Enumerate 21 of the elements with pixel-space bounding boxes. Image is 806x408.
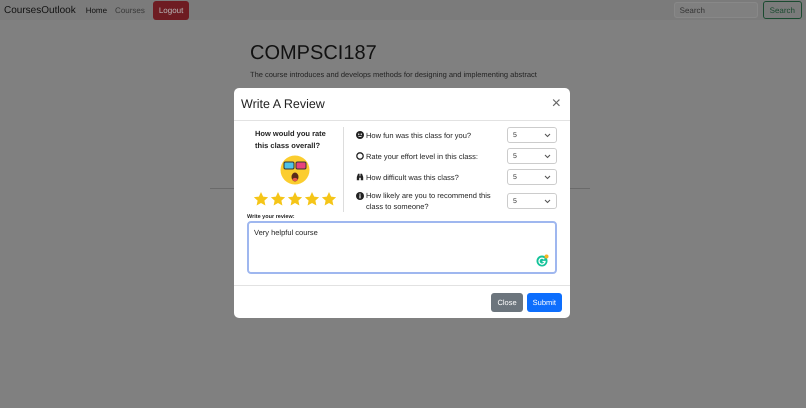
binoculars-icon <box>356 173 364 181</box>
info-icon <box>356 192 364 200</box>
chevron-down-icon <box>544 132 551 138</box>
star-icon[interactable] <box>304 191 320 207</box>
star-icon[interactable] <box>253 191 269 207</box>
smiley-icon <box>356 131 364 139</box>
dialog-title: Write A Review <box>241 97 325 111</box>
shocked-face-icon <box>280 155 310 185</box>
logout-button[interactable]: Logout <box>152 0 190 20</box>
search-field[interactable]: Search <box>674 2 758 18</box>
chevron-down-icon <box>544 154 551 158</box>
chevron-down-icon <box>544 198 551 204</box>
nav-link[interactable]: Home <box>86 6 108 14</box>
course-title: COMPSCI187 <box>250 42 378 65</box>
chevron-down-icon <box>544 174 551 180</box>
brand-link[interactable]: CoursesOutlook <box>4 4 76 16</box>
star-icon[interactable] <box>270 191 286 207</box>
star-icon[interactable] <box>321 191 337 207</box>
assistant-badge-icon <box>536 254 549 267</box>
star-icon[interactable] <box>287 191 303 207</box>
circle-icon <box>356 152 364 160</box>
